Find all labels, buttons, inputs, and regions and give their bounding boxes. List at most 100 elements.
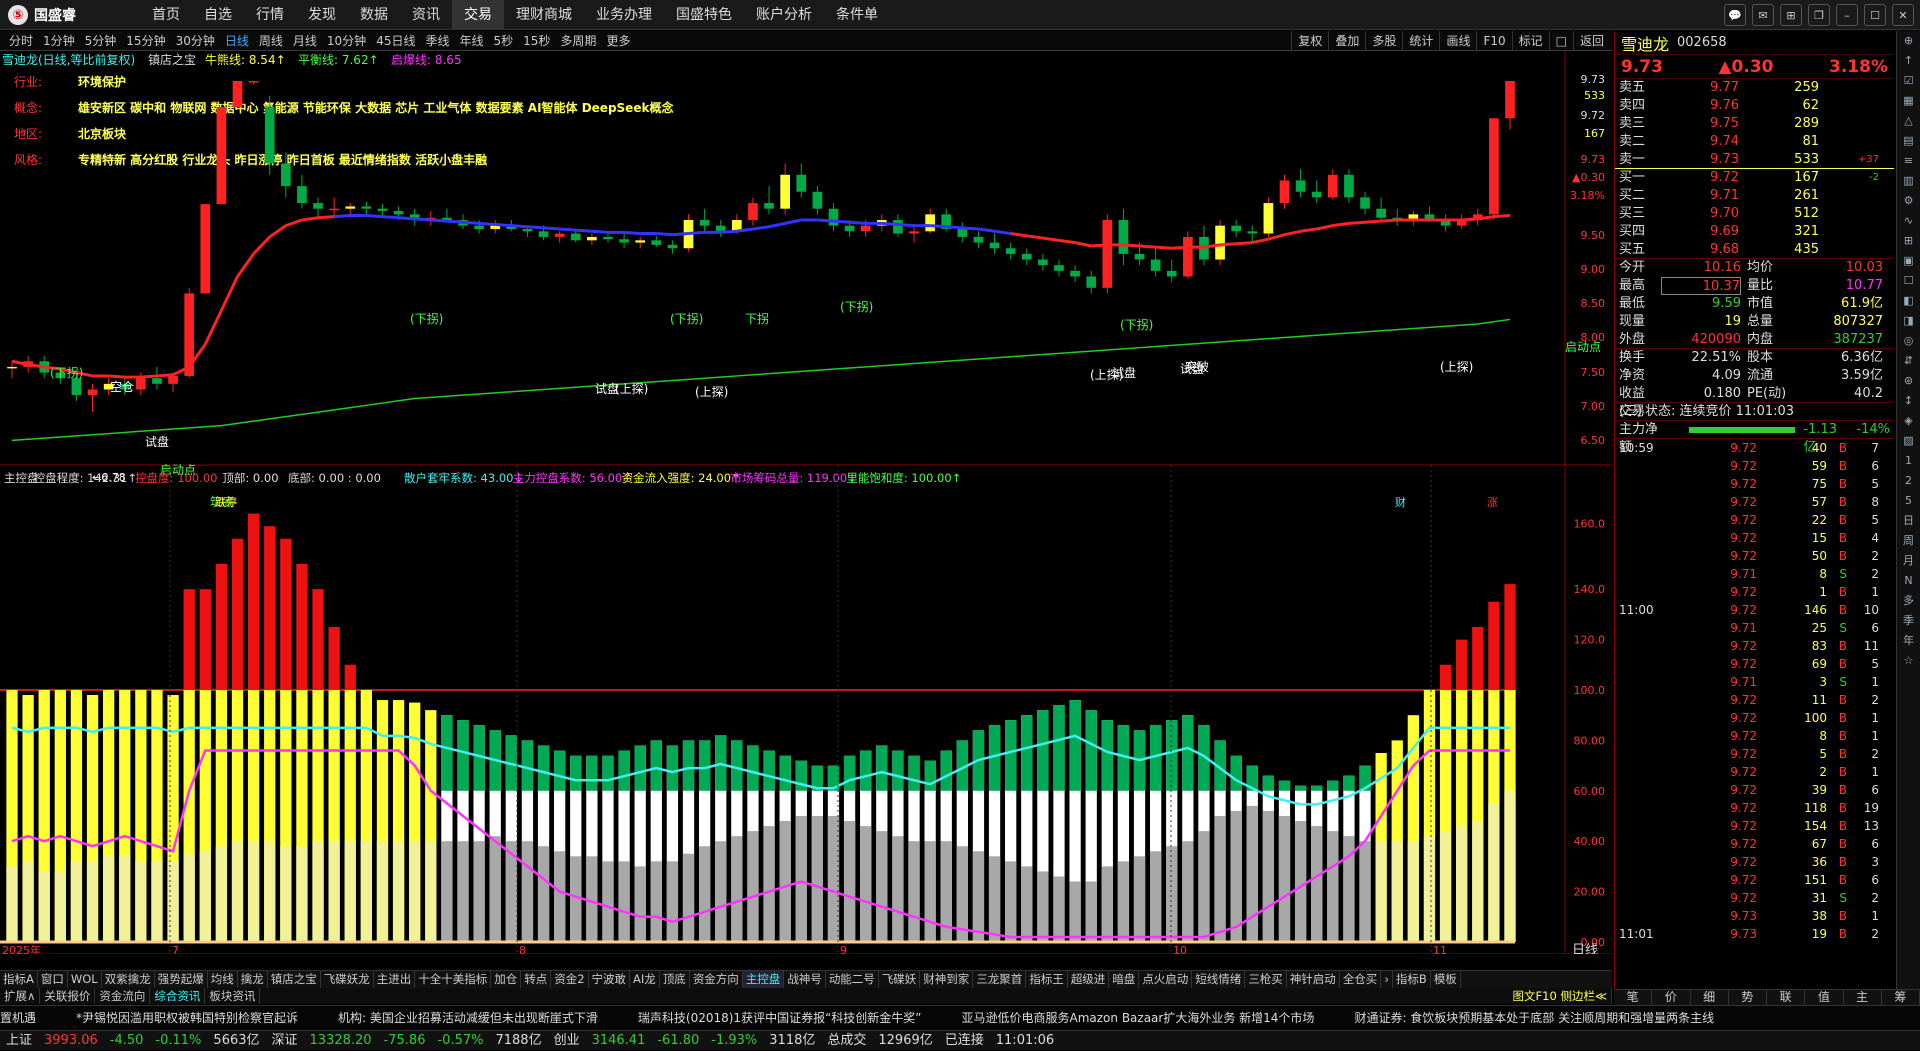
indicator-tab[interactable]: 指标A [0,971,38,988]
menu-item[interactable]: 资讯 [400,0,452,30]
indicator-tab[interactable]: 十全十美指标 [415,971,492,988]
sidebar-button[interactable]: 周 [1897,531,1920,551]
indicator-tab[interactable]: 短线情绪 [1192,971,1246,988]
grid-icon[interactable]: ⊞ [1780,4,1802,26]
indicator-tab[interactable]: 神针启动 [1287,971,1340,988]
chart-tool-button[interactable]: 统计 [1402,31,1439,51]
indicator-tab[interactable]: 动能二号 [826,971,879,988]
sidebar-button[interactable]: ≡ [1897,151,1920,171]
sidebar-button[interactable]: ⊞ [1897,231,1920,251]
indicator-tab[interactable]: 超级进 [1068,971,1110,988]
sidebar-button[interactable]: ▣ [1897,251,1920,271]
sidebar-button[interactable]: 月 [1897,551,1920,571]
quote-tab-button[interactable]: 筹 [1882,990,1920,1005]
chart-tool-button[interactable]: 复权 [1291,31,1328,51]
menu-item[interactable]: 发现 [296,0,348,30]
menu-item[interactable]: 国盛特色 [664,0,744,30]
news-item[interactable]: 机构: 美国企业招募活动减缓但未出现断崖式下滑 [338,1011,598,1025]
info-tab[interactable]: 扩展∧ [0,988,41,1004]
sidebar-button[interactable]: 5 [1897,491,1920,511]
indicator-tab[interactable]: 主控盘 [742,971,785,988]
info-tab[interactable]: 资金流向 [95,988,151,1004]
indicator-tab[interactable]: 飞碟妖 [879,971,921,988]
period-tab[interactable]: 周线 [254,31,288,51]
sidebar-button[interactable]: ◧ [1897,291,1920,311]
menu-item[interactable]: 自选 [192,0,244,30]
chart-tool-button[interactable]: 叠加 [1328,31,1365,51]
sidebar-button[interactable]: N [1897,571,1920,591]
sidebar-button[interactable]: ∿ [1897,211,1920,231]
sidebar-button[interactable]: ▦ [1897,91,1920,111]
chart-tool-button[interactable]: 多股 [1365,31,1402,51]
sidebar-button[interactable]: ☑ [1897,71,1920,91]
period-tab[interactable]: 月线 [288,31,322,51]
menu-item[interactable]: 交易 [452,0,504,30]
indicator-tab[interactable]: 飞碟妖龙 [321,971,374,988]
quote-tab-button[interactable]: 细 [1691,990,1729,1005]
info-tab[interactable]: 板块资讯 [205,988,261,1004]
indicator-tab[interactable]: 财神到家 [920,971,974,988]
indicator-tab[interactable]: 点火启动 [1139,971,1193,988]
sidebar-button[interactable]: △ [1897,111,1920,131]
chart-tool-button[interactable]: F10 [1476,31,1511,51]
indicator-tab[interactable]: 指标B [1393,971,1431,988]
indicator-tab[interactable]: 转点 [521,971,552,988]
chat-icon[interactable]: 💬 [1724,4,1746,26]
sidebar-button[interactable]: 2 [1897,471,1920,491]
chart-tool-button[interactable]: 画线 [1439,31,1476,51]
news-item[interactable]: 财通证券: 食饮板块预期基本处于底部 关注顺周期和强增量两条主线 [1354,1011,1714,1025]
period-tab[interactable]: 5分钟 [80,31,122,51]
period-tab[interactable]: 多周期 [555,31,601,51]
menu-item[interactable]: 首页 [140,0,192,30]
sidebar-button[interactable]: 多 [1897,591,1920,611]
sidebar-button[interactable]: 年 [1897,631,1920,651]
period-tab[interactable]: 5秒 [489,31,519,51]
period-tab[interactable]: 10分钟 [322,31,371,51]
chart-tool-button[interactable]: 标记 [1511,31,1549,51]
quote-tab-button[interactable]: 笔 [1614,990,1653,1005]
sidebar-button[interactable]: ⇵ [1897,351,1920,371]
sidebar-button[interactable]: 季 [1897,611,1920,631]
menu-item[interactable]: 数据 [348,0,400,30]
sidebar-button[interactable]: ↑ [1897,51,1920,71]
indicator-tab[interactable]: 资金方向 [690,971,743,988]
chart-tool-button[interactable]: 返回 [1572,31,1610,51]
indicator-tab[interactable]: 加仓 [491,971,522,988]
quote-tab-button[interactable]: 势 [1729,990,1767,1005]
period-tab[interactable]: 1分钟 [38,31,80,51]
close-icon[interactable]: ✕ [1892,4,1914,26]
max-icon[interactable]: ☐ [1864,4,1886,26]
news-item[interactable]: 瑞声科技(02018)1获评中国证券报“科技创新金牛奖” [638,1011,922,1025]
quote-tab-button[interactable]: 价 [1652,990,1691,1005]
sidebar-button[interactable]: ▧ [1897,431,1920,451]
period-tab[interactable]: 年线 [454,31,488,51]
menu-item[interactable]: 行情 [244,0,296,30]
indicator-tab[interactable]: 三枪买 [1245,971,1287,988]
sidebar-button[interactable]: ▥ [1897,171,1920,191]
sidebar-button[interactable]: ☆ [1897,651,1920,671]
mail-icon[interactable]: ✉ [1752,4,1774,26]
indicator-tab[interactable]: 指标王 [1026,971,1068,988]
sidebar-button[interactable]: ▤ [1897,131,1920,151]
info-tab[interactable]: 综合资讯 [150,988,206,1004]
indicator-tab[interactable]: WOL [68,971,102,988]
period-tab[interactable]: 45日线 [371,31,420,51]
indicator-tab[interactable]: 宁波敢 [589,971,631,988]
indicator-tab[interactable]: 双紫擒龙 [102,971,155,988]
sidebar-button[interactable]: ☐ [1897,271,1920,291]
sidebar-button[interactable]: ↕ [1897,391,1920,411]
indicator-tab[interactable]: 三龙聚首 [973,971,1027,988]
indicator-tab[interactable]: 均线 [208,971,238,988]
indicator-tab[interactable]: 资金2 [551,971,589,988]
period-tab[interactable]: 季线 [420,31,454,51]
sidebar-button[interactable]: 日 [1897,511,1920,531]
period-tab[interactable]: 15秒 [518,31,555,51]
period-tab[interactable]: 日线 [220,31,254,51]
indicator-tab[interactable]: 模板 [1431,971,1461,988]
sidebar-button[interactable]: ◈ [1897,411,1920,431]
quote-tab-button[interactable]: 联 [1767,990,1806,1005]
menu-item[interactable]: 理财商城 [504,0,584,30]
sidebar-button[interactable]: 1 [1897,451,1920,471]
indicator-tab[interactable]: › [1381,971,1393,988]
indicator-tab[interactable]: 主进出 [374,971,416,988]
